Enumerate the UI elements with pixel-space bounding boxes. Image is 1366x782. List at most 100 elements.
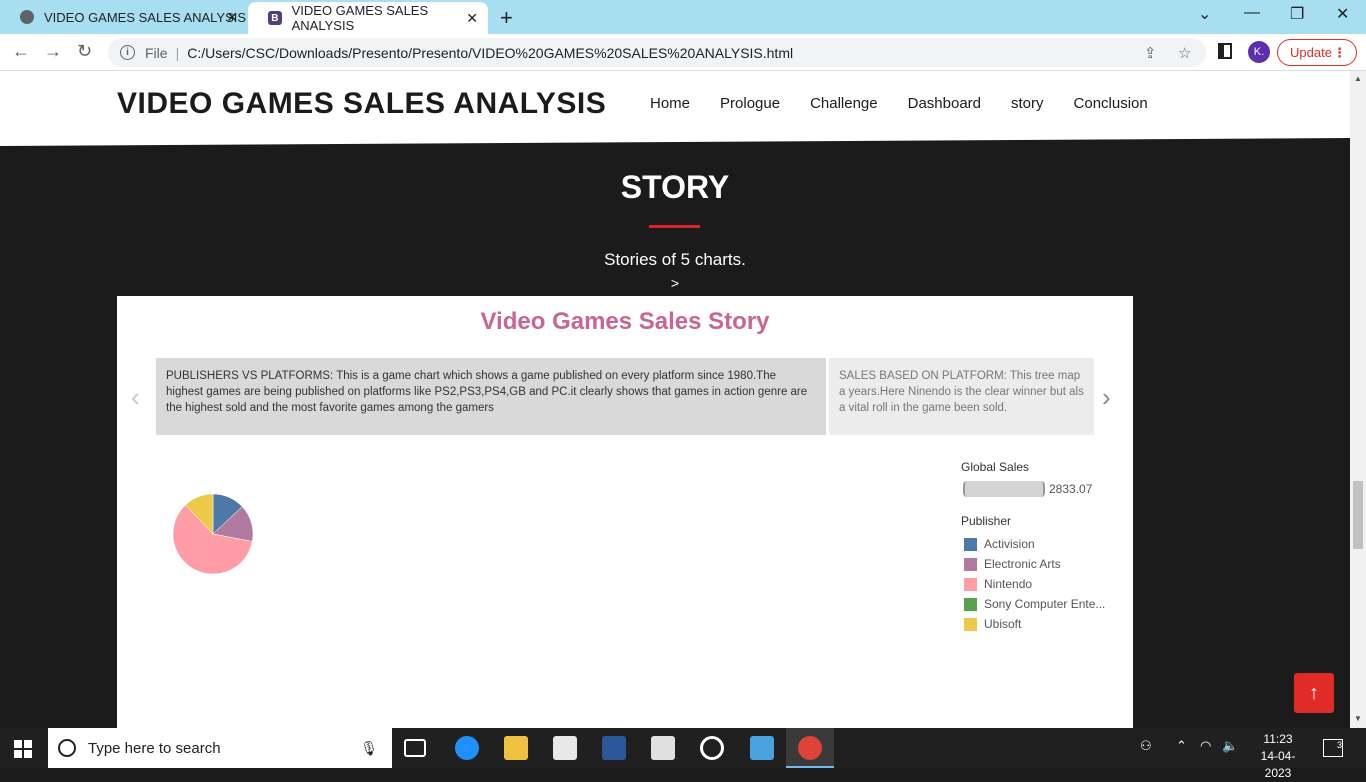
color-legend-title: Publisher: [961, 514, 1012, 528]
taskbar-search-placeholder: Type here to search: [88, 739, 221, 757]
page-viewport: VIDEO GAMES SALES ANALYSIS Home Prologue…: [0, 71, 1350, 728]
bookmark-star-icon[interactable]: ☆: [1178, 44, 1191, 62]
scroll-down-icon[interactable]: ▼: [1354, 714, 1362, 723]
separator: |: [175, 44, 180, 61]
legend-item[interactable]: Sony Computer Ente...: [961, 594, 1121, 614]
clock-date: 14-04-2023: [1260, 749, 1296, 780]
nav-home[interactable]: Home: [650, 95, 690, 112]
size-legend-value: 2833.07: [1049, 482, 1093, 496]
story-point-card-2[interactable]: SALES BASED ON PLATFORM: This tree map a…: [829, 358, 1094, 435]
tab-title: VIDEO GAMES SALES ANALYSIS: [44, 9, 247, 25]
forward-icon[interactable]: →: [44, 41, 62, 62]
back-icon[interactable]: ←: [12, 41, 30, 62]
chart-legend: Global Sales 2833.07 Publisher Activisio…: [961, 460, 1121, 634]
tableau-story-embed: Video Games Sales Story ‹ PUBLISHERS VS …: [117, 296, 1133, 728]
legend-item[interactable]: Electronic Arts: [961, 554, 1121, 574]
legend-item[interactable]: Nintendo: [961, 574, 1121, 594]
scrollbar-thumb[interactable]: [1353, 481, 1363, 549]
site-brand[interactable]: VIDEO GAMES SALES ANALYSIS: [117, 87, 606, 121]
tab-title: VIDEO GAMES SALES ANALYSIS: [291, 3, 429, 33]
title-underline: [649, 225, 700, 228]
page-scrollbar[interactable]: ▲ ▼: [1350, 71, 1366, 728]
scroll-up-icon[interactable]: ▲: [1354, 74, 1362, 83]
taskbar-search[interactable]: Type here to search 🎙: [48, 728, 392, 768]
chevron-left-icon[interactable]: ‹: [131, 382, 140, 413]
back-to-top-button[interactable]: ↑: [1294, 673, 1334, 713]
new-tab-icon[interactable]: +: [500, 5, 513, 31]
nav-prologue[interactable]: Prologue: [720, 95, 780, 112]
task-view-icon[interactable]: [404, 739, 426, 757]
windows-taskbar: Type here to search 🎙 ⚇ ⌃ ◠ 🔈 11:23 14-0…: [0, 728, 1366, 780]
legend-swatch: [964, 617, 977, 631]
legend-swatch: [964, 577, 977, 591]
nav-story[interactable]: story: [1011, 95, 1044, 112]
section-arrow: >: [670, 275, 680, 291]
reload-icon[interactable]: ↻: [77, 41, 92, 62]
browser-tab-2-active[interactable]: B VIDEO GAMES SALES ANALYSIS ✕: [248, 2, 488, 34]
size-legend-title: Global Sales: [961, 460, 1030, 474]
chevron-right-icon[interactable]: ›: [1102, 382, 1111, 413]
mail-icon[interactable]: [651, 736, 675, 760]
browser-tab-1[interactable]: VIDEO GAMES SALES ANALYSIS ✕: [0, 0, 248, 34]
legend-swatch: [964, 597, 977, 611]
size-legend: 2833.07: [961, 480, 1121, 498]
notification-icon[interactable]: 3: [1323, 739, 1343, 757]
legend-item[interactable]: Ubisoft: [961, 614, 1121, 634]
update-button[interactable]: Update ⋮: [1277, 39, 1357, 66]
omnibox[interactable]: i File | C:/Users/CSC/Downloads/Presento…: [108, 38, 1206, 67]
camera-app-icon[interactable]: [700, 736, 724, 760]
story-point-card-1[interactable]: PUBLISHERS VS PLATFORMS: This is a game …: [156, 358, 826, 435]
url-text[interactable]: C:/Users/CSC/Downloads/Presento/Presento…: [187, 45, 793, 61]
kebab-menu-icon[interactable]: ⋮: [1333, 45, 1346, 61]
microphone-icon[interactable]: 🎙: [360, 740, 378, 757]
store-icon[interactable]: [553, 736, 577, 760]
minimize-icon[interactable]: —: [1244, 4, 1260, 22]
chrome-icon: [798, 736, 822, 760]
section-title: STORY: [620, 169, 730, 205]
info-icon[interactable]: i: [120, 45, 135, 60]
windows-start-icon[interactable]: [14, 740, 32, 758]
header-wedge: [0, 138, 1350, 146]
address-bar: ← → ↻ i File | C:/Users/CSC/Downloads/Pr…: [0, 34, 1366, 71]
chevron-up-icon[interactable]: ⌃: [1176, 738, 1187, 754]
cortana-icon: [58, 739, 76, 757]
system-clock[interactable]: 11:23 14-04-2023: [1250, 731, 1306, 782]
publisher-pie-chart[interactable]: [172, 493, 254, 575]
site-header: VIDEO GAMES SALES ANALYSIS Home Prologue…: [0, 71, 1350, 138]
legend-label: Ubisoft: [984, 617, 1022, 631]
legend-item[interactable]: Activision: [961, 534, 1121, 554]
volume-icon[interactable]: 🔈: [1222, 738, 1238, 754]
nav-dashboard[interactable]: Dashboard: [908, 95, 981, 112]
color-legend-items: Activision Electronic Arts Nintendo Sony…: [961, 534, 1121, 634]
file-explorer-icon[interactable]: [504, 736, 528, 760]
nav-conclusion[interactable]: Conclusion: [1074, 95, 1148, 112]
update-label: Update: [1290, 45, 1332, 60]
section-subtitle: Stories of 5 charts.: [604, 250, 746, 269]
restore-icon[interactable]: ❐: [1290, 4, 1304, 24]
size-legend-bar: [963, 481, 1045, 497]
bootstrap-icon: B: [268, 11, 282, 25]
legend-label: Sony Computer Ente...: [984, 597, 1106, 611]
site-nav: Home Prologue Challenge Dashboard story …: [650, 95, 1148, 112]
close-window-icon[interactable]: ✕: [1336, 4, 1349, 24]
tab-strip: VIDEO GAMES SALES ANALYSIS ✕ B VIDEO GAM…: [0, 0, 1366, 34]
nav-challenge[interactable]: Challenge: [810, 95, 878, 112]
people-icon[interactable]: ⚇: [1140, 738, 1152, 754]
tab-search-icon[interactable]: ⌄: [1198, 4, 1211, 24]
close-tab-icon[interactable]: ✕: [226, 9, 238, 26]
share-icon[interactable]: ⇪: [1144, 44, 1157, 62]
word-icon[interactable]: [602, 736, 626, 760]
profile-avatar[interactable]: K.: [1248, 41, 1270, 63]
close-tab-icon[interactable]: ✕: [466, 10, 478, 27]
scheme-label: File: [145, 44, 168, 61]
chrome-taskbar-active[interactable]: [786, 728, 834, 768]
notification-count: 3: [1336, 740, 1342, 750]
legend-label: Electronic Arts: [984, 557, 1061, 571]
clock-time: 11:23: [1263, 732, 1293, 746]
side-panel-icon[interactable]: [1218, 43, 1232, 59]
app-icon[interactable]: [750, 736, 774, 760]
edge-icon[interactable]: [455, 736, 479, 760]
globe-icon: [20, 10, 34, 24]
legend-label: Activision: [984, 537, 1035, 551]
wifi-icon[interactable]: ◠: [1200, 738, 1211, 754]
